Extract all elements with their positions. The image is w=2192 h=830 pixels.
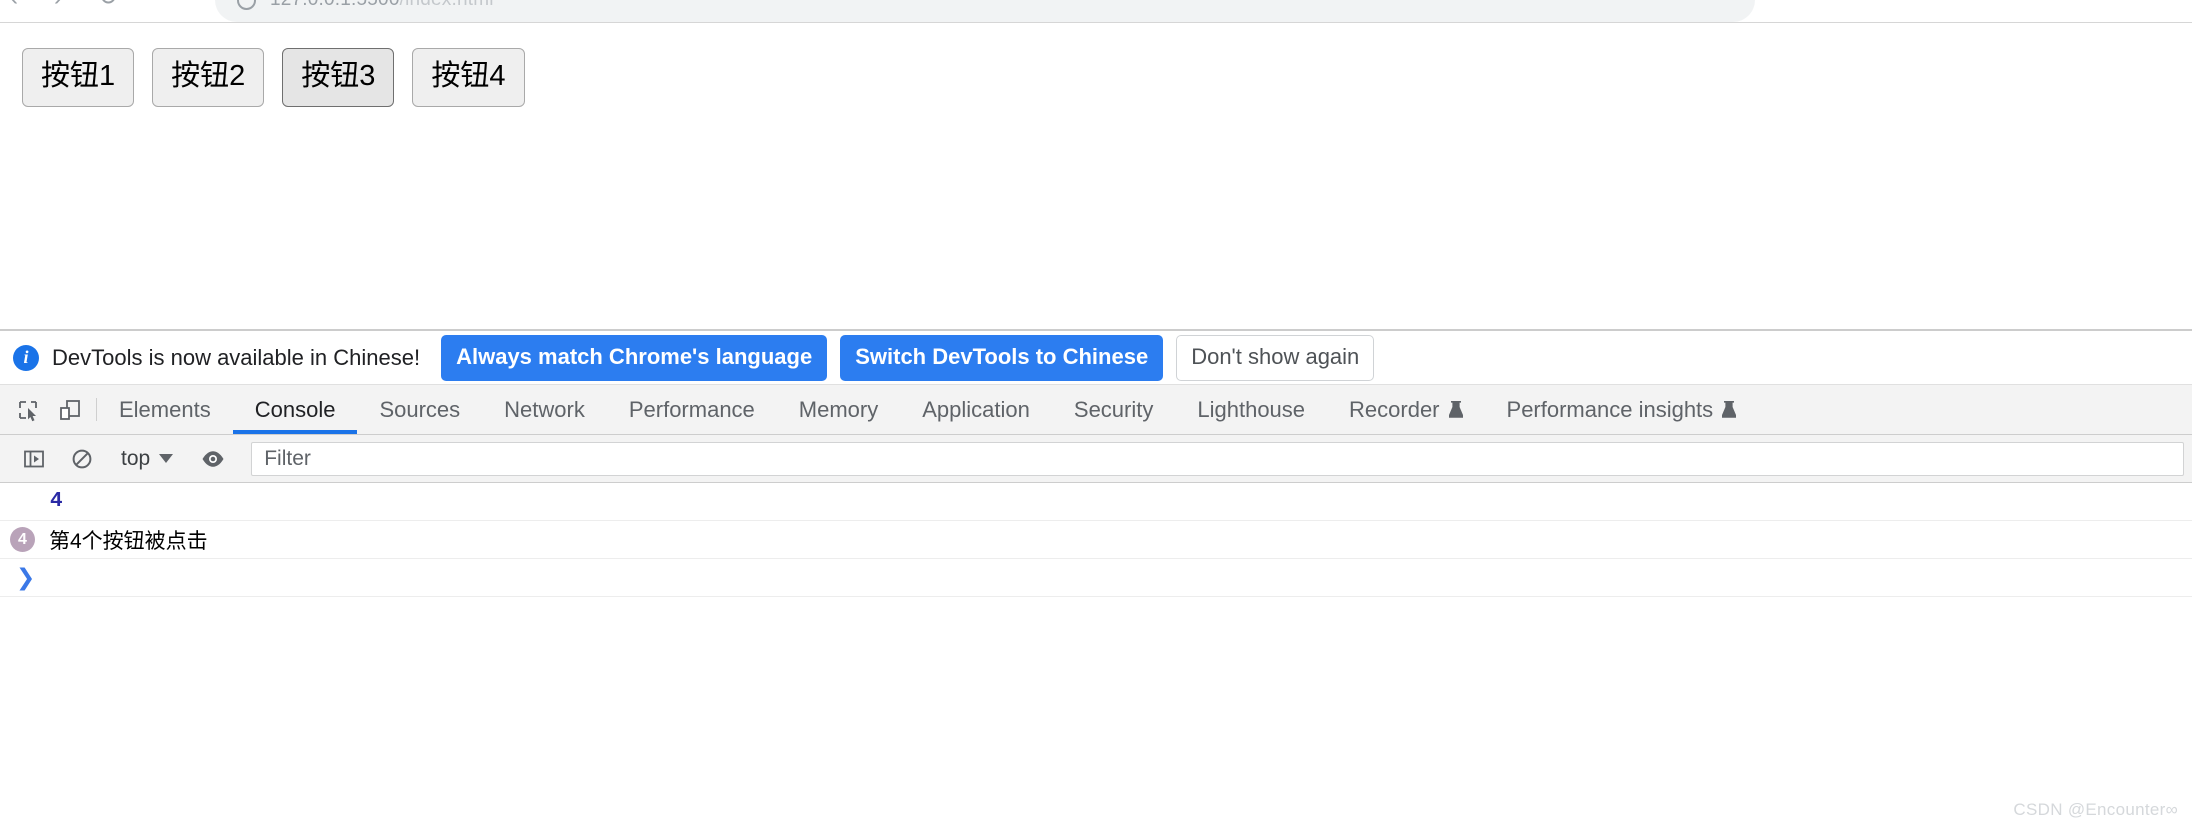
tab-performance[interactable]: Performance <box>607 385 777 434</box>
banner-message: DevTools is now available in Chinese! <box>52 344 421 370</box>
tab-label: Application <box>922 396 1030 422</box>
tab-label: Recorder <box>1349 396 1440 422</box>
tab-application[interactable]: Application <box>900 385 1052 434</box>
page-button-row: 按钮1 按钮2 按钮3 按钮4 <box>22 48 2192 107</box>
chevron-down-icon <box>159 454 174 463</box>
devtools-panel: i DevTools is now available in Chinese! … <box>0 331 2192 830</box>
execution-context-selector[interactable]: top <box>107 447 187 471</box>
device-toolbar-icon[interactable] <box>58 398 82 422</box>
console-result-row: 4 <box>0 483 2192 521</box>
console-toolbar: top <box>0 435 2192 483</box>
inspect-element-icon[interactable] <box>16 398 40 422</box>
tab-lighthouse[interactable]: Lighthouse <box>1175 385 1327 434</box>
switch-devtools-to-chinese-button[interactable]: Switch DevTools to Chinese <box>840 334 1164 381</box>
console-message-row: 4 第4个按钮被点击 <box>0 521 2192 559</box>
tab-performance-insights[interactable]: Performance insights <box>1485 385 1759 434</box>
address-bar-path: /index.html <box>400 0 494 10</box>
browser-chrome: ‹ › ↻ 127.0.0.1:5500/index.html <box>0 0 2192 22</box>
tab-label: Performance insights <box>1506 396 1714 422</box>
tab-label: Security <box>1073 396 1154 422</box>
tab-console[interactable]: Console <box>232 385 358 434</box>
prompt-chevron-icon: ❯ <box>16 564 36 590</box>
tab-elements[interactable]: Elements <box>97 385 233 434</box>
experiment-flask-icon <box>1448 400 1463 419</box>
info-icon: i <box>13 344 39 371</box>
tab-memory[interactable]: Memory <box>777 385 900 434</box>
tab-label: Sources <box>379 396 461 422</box>
console-message-text: 第4个按钮被点击 <box>49 529 208 553</box>
devtools-toolbar-icons <box>0 385 96 434</box>
live-expression-eye-icon[interactable] <box>188 448 238 470</box>
tab-label: Lighthouse <box>1197 396 1306 422</box>
page-button-2[interactable]: 按钮2 <box>152 48 265 107</box>
language-banner: i DevTools is now available in Chinese! … <box>0 331 2192 385</box>
watermark: CSDN @Encounter∞ <box>2013 800 2178 819</box>
console-sidebar-toggle-icon[interactable] <box>10 448 58 470</box>
back-arrow-icon[interactable]: ‹ <box>10 0 18 10</box>
tab-label: Console <box>254 396 336 422</box>
tab-label: Performance <box>628 396 755 422</box>
forward-arrow-icon[interactable]: › <box>54 0 62 10</box>
reload-icon[interactable]: ↻ <box>98 0 118 10</box>
always-match-chrome-language-button[interactable]: Always match Chrome's language <box>441 334 828 381</box>
address-bar-host: 127.0.0.1:5500 <box>270 0 400 10</box>
console-result-value: 4 <box>50 490 63 513</box>
tab-security[interactable]: Security <box>1052 385 1175 434</box>
tab-label: Elements <box>119 396 211 422</box>
page-button-1[interactable]: 按钮1 <box>22 48 135 107</box>
tab-sources[interactable]: Sources <box>357 385 482 434</box>
address-bar[interactable]: 127.0.0.1:5500/index.html <box>215 0 1755 22</box>
console-output[interactable]: 4 4 第4个按钮被点击 ❯ <box>0 483 2192 830</box>
tab-label: Memory <box>798 396 879 422</box>
dont-show-again-button[interactable]: Don't show again <box>1176 334 1375 381</box>
clear-console-icon[interactable] <box>58 448 106 470</box>
message-count-badge: 4 <box>10 527 35 552</box>
console-prompt-row[interactable]: ❯ <box>0 559 2192 597</box>
filter-input[interactable] <box>251 441 2184 476</box>
browser-nav-icons: ‹ › ↻ <box>10 0 118 10</box>
page-button-4[interactable]: 按钮4 <box>412 48 525 107</box>
page-viewport: 按钮1 按钮2 按钮3 按钮4 <box>0 23 2192 329</box>
tab-label: Network <box>504 396 585 422</box>
devtools-tab-list: Elements Console Sources Network Perform… <box>97 385 1758 434</box>
devtools-tabbar: Elements Console Sources Network Perform… <box>0 385 2192 435</box>
execution-context-value: top <box>121 446 151 470</box>
page-button-3[interactable]: 按钮3 <box>282 48 395 107</box>
filter-wrapper <box>239 441 2192 476</box>
tab-network[interactable]: Network <box>482 385 607 434</box>
address-bar-url: 127.0.0.1:5500/index.html <box>270 0 494 11</box>
tab-recorder[interactable]: Recorder <box>1327 385 1484 434</box>
experiment-flask-icon <box>1722 400 1737 419</box>
site-info-icon[interactable] <box>237 0 256 10</box>
